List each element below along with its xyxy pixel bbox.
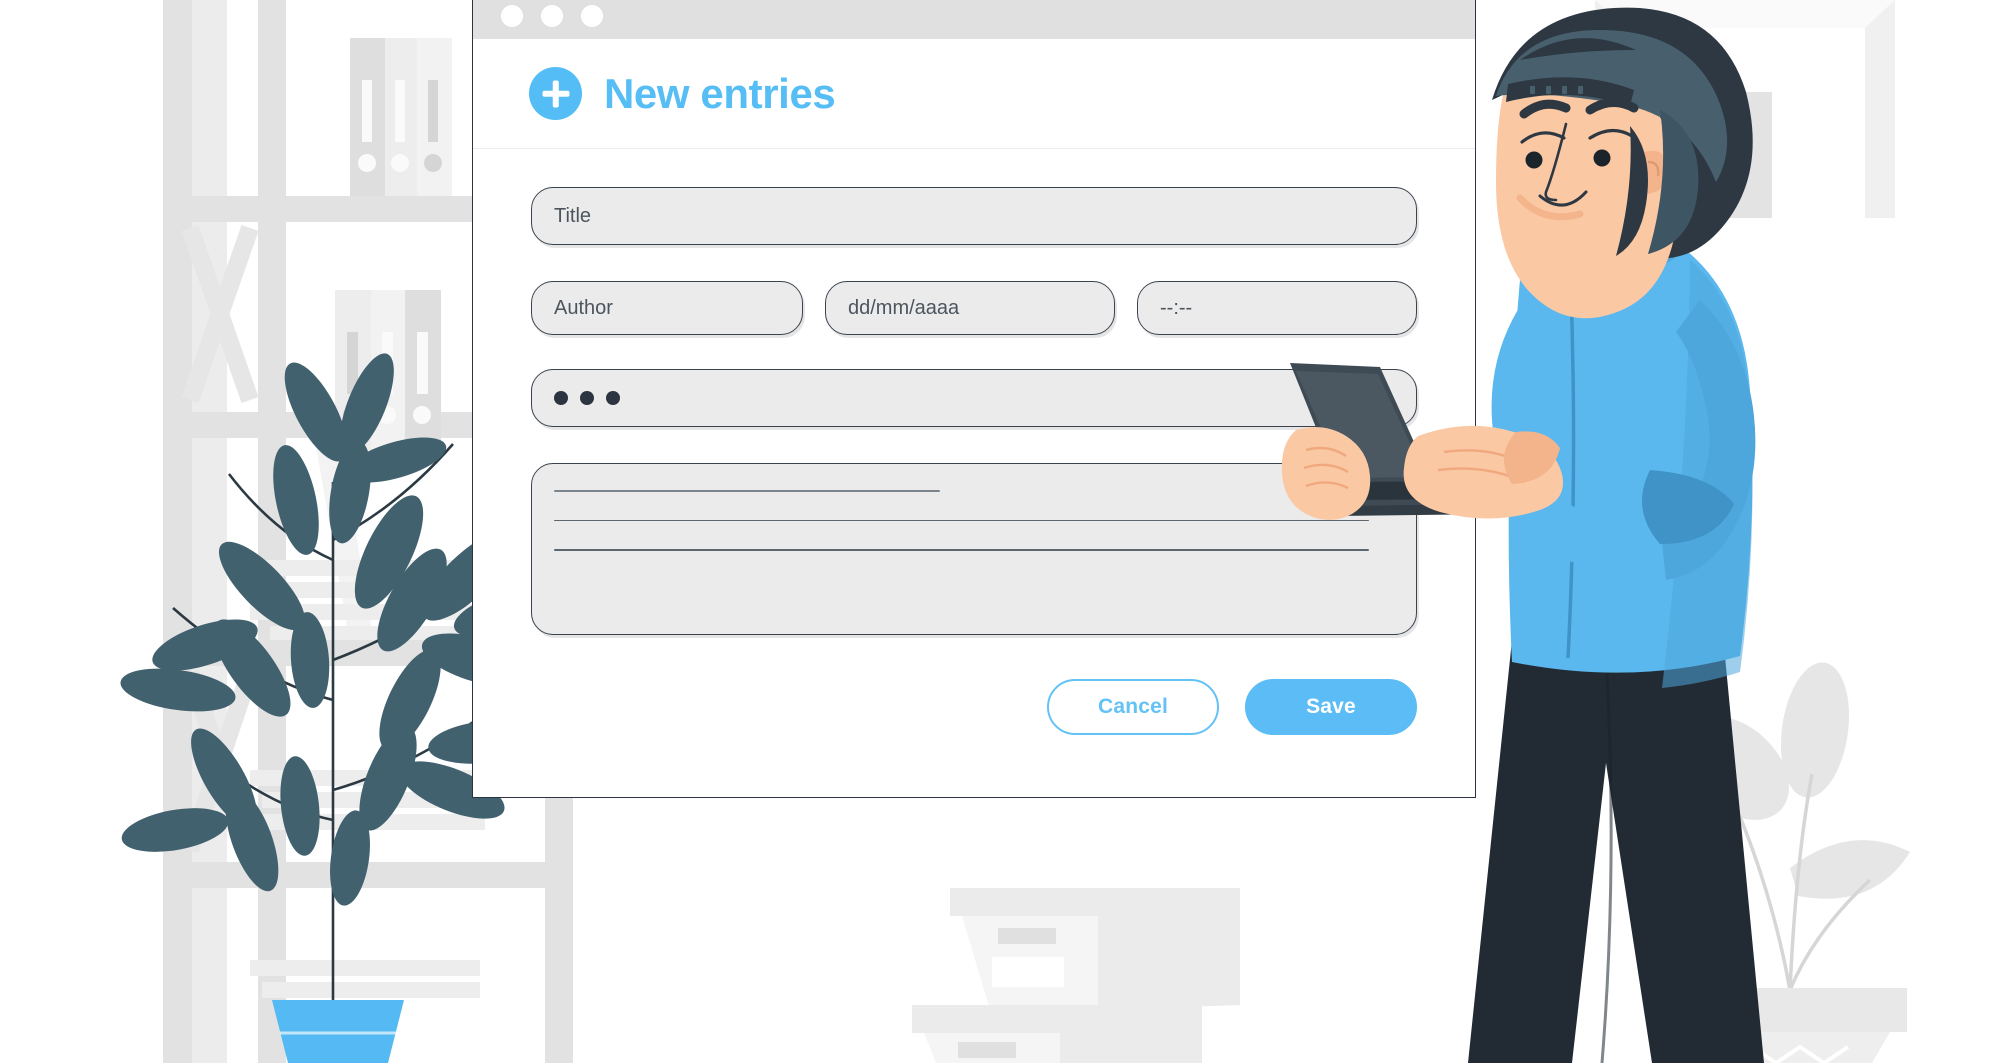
meta-row: Author dd/mm/aaaa --:--: [531, 281, 1417, 335]
description-textarea[interactable]: [531, 463, 1417, 635]
options-select[interactable]: [531, 369, 1417, 427]
description-line-1: [554, 490, 941, 492]
window-dot-minimize-icon[interactable]: [541, 5, 563, 27]
dialog-body: Title Author dd/mm/aaaa --:-- Cancel Sav…: [473, 149, 1475, 797]
illustration-scene: New entries Title Author dd/mm/aaaa --:-…: [0, 0, 2000, 1063]
author-input-placeholder: Author: [554, 296, 613, 319]
window-dot-maximize-icon[interactable]: [581, 5, 603, 27]
author-input[interactable]: Author: [531, 281, 803, 335]
date-input-placeholder: dd/mm/aaaa: [848, 296, 960, 319]
dialog-actions: Cancel Save: [531, 679, 1417, 735]
window-dot-close-icon[interactable]: [501, 5, 523, 27]
time-input-placeholder: --:--: [1160, 296, 1193, 319]
ellipsis-icon: [554, 391, 620, 405]
window-controls: [501, 5, 603, 27]
description-line-2: [554, 519, 1369, 522]
picture-frame-icon: [1595, 0, 1895, 218]
window-titlebar: [473, 0, 1475, 39]
time-input[interactable]: --:--: [1137, 281, 1417, 335]
title-input[interactable]: Title: [531, 187, 1417, 245]
dialog-header: New entries: [473, 39, 1475, 149]
title-input-placeholder: Title: [554, 204, 592, 227]
new-entries-window: New entries Title Author dd/mm/aaaa --:-…: [472, 0, 1476, 798]
save-button[interactable]: Save: [1245, 679, 1417, 735]
date-input[interactable]: dd/mm/aaaa: [825, 281, 1115, 335]
page-title: New entries: [604, 69, 836, 117]
description-line-3: [554, 549, 1369, 551]
cancel-button[interactable]: Cancel: [1047, 679, 1219, 735]
plus-icon[interactable]: [529, 67, 582, 120]
